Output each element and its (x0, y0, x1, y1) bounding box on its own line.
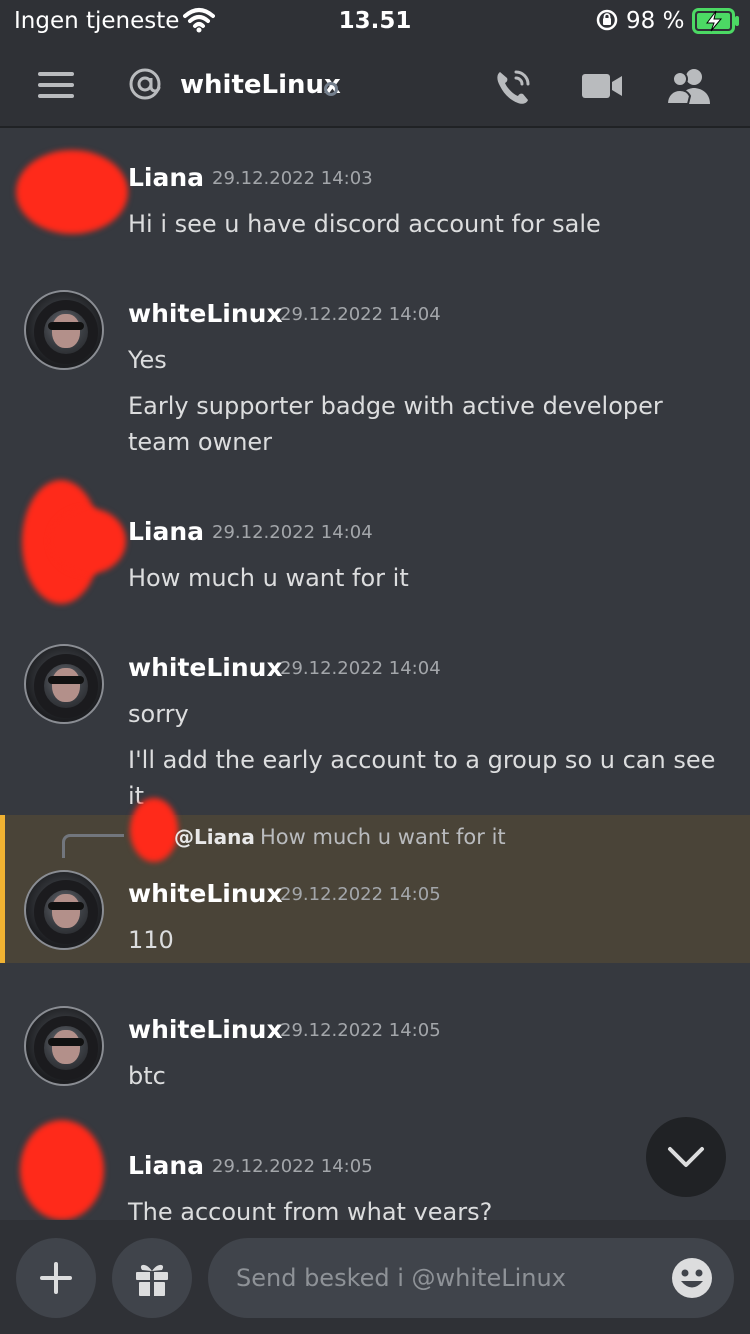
message-list[interactable]: Liana 29.12.2022 14:03 Hi i see u have d… (0, 130, 750, 1220)
message-author[interactable]: Liana (128, 1151, 204, 1180)
menu-icon[interactable] (38, 72, 74, 98)
message-text: btc (128, 1062, 166, 1090)
message-author[interactable]: whiteLinux (128, 653, 283, 682)
message-timestamp: 29.12.2022 14:03 (212, 168, 373, 189)
avatar[interactable] (24, 870, 104, 950)
message-text: I'll add the early account to a group so… (128, 746, 716, 810)
video-call-icon[interactable] (580, 68, 624, 104)
message-author[interactable]: whiteLinux (128, 299, 283, 328)
message-text: sorry (128, 700, 189, 728)
message-text: The account from what years? (128, 1198, 493, 1220)
message-text: Yes (128, 346, 167, 374)
members-icon[interactable] (666, 66, 712, 106)
message-timestamp: 29.12.2022 14:04 (280, 304, 441, 325)
chevron-down-icon (668, 1147, 704, 1167)
reply-author[interactable]: @Liana (174, 825, 255, 849)
reply-spine (62, 834, 124, 858)
at-icon (129, 68, 161, 100)
battery-percent: 98 % (626, 8, 685, 34)
status-bar: Ingen tjeneste 13.51 98 % (0, 0, 750, 44)
message-text: Hi i see u have discord account for sale (128, 210, 601, 238)
message-text: Early supporter badge with active develo… (128, 392, 663, 456)
battery-icon (692, 8, 739, 34)
message-timestamp: 29.12.2022 14:04 (212, 522, 373, 543)
avatar[interactable] (24, 290, 104, 370)
message-input-wrapper (208, 1238, 734, 1318)
dm-title: whiteLinux (180, 70, 341, 100)
message-input[interactable] (236, 1238, 656, 1318)
avatar[interactable] (24, 644, 104, 724)
message-text: How much u want for it (128, 564, 409, 592)
reply-preview[interactable]: How much u want for it (260, 825, 506, 849)
message-timestamp: 29.12.2022 14:05 (212, 1156, 373, 1177)
message-composer (0, 1220, 750, 1334)
message-timestamp: 29.12.2022 14:05 (280, 1020, 441, 1041)
rotation-lock-icon (596, 9, 618, 31)
offline-status-icon (324, 82, 338, 96)
message-timestamp: 29.12.2022 14:04 (280, 658, 441, 679)
gift-icon (136, 1264, 168, 1296)
plus-icon (40, 1262, 72, 1294)
avatar[interactable] (20, 1120, 104, 1220)
message-author[interactable]: whiteLinux (128, 1015, 283, 1044)
message-author[interactable]: whiteLinux (128, 879, 283, 908)
message-author[interactable]: Liana (128, 517, 204, 546)
gift-button[interactable] (112, 1238, 192, 1318)
message-timestamp: 29.12.2022 14:05 (280, 884, 441, 905)
attach-button[interactable] (16, 1238, 96, 1318)
message-author[interactable]: Liana (128, 163, 204, 192)
avatar[interactable] (24, 1006, 104, 1086)
emoji-icon[interactable] (670, 1256, 714, 1300)
channel-header: whiteLinux (0, 44, 750, 128)
jump-to-present-button[interactable] (646, 1117, 726, 1197)
avatar-redaction (50, 508, 126, 574)
message-text: 110 (128, 926, 174, 954)
reply-avatar[interactable] (130, 798, 178, 862)
voice-call-icon[interactable] (492, 66, 534, 108)
avatar[interactable] (16, 150, 128, 234)
